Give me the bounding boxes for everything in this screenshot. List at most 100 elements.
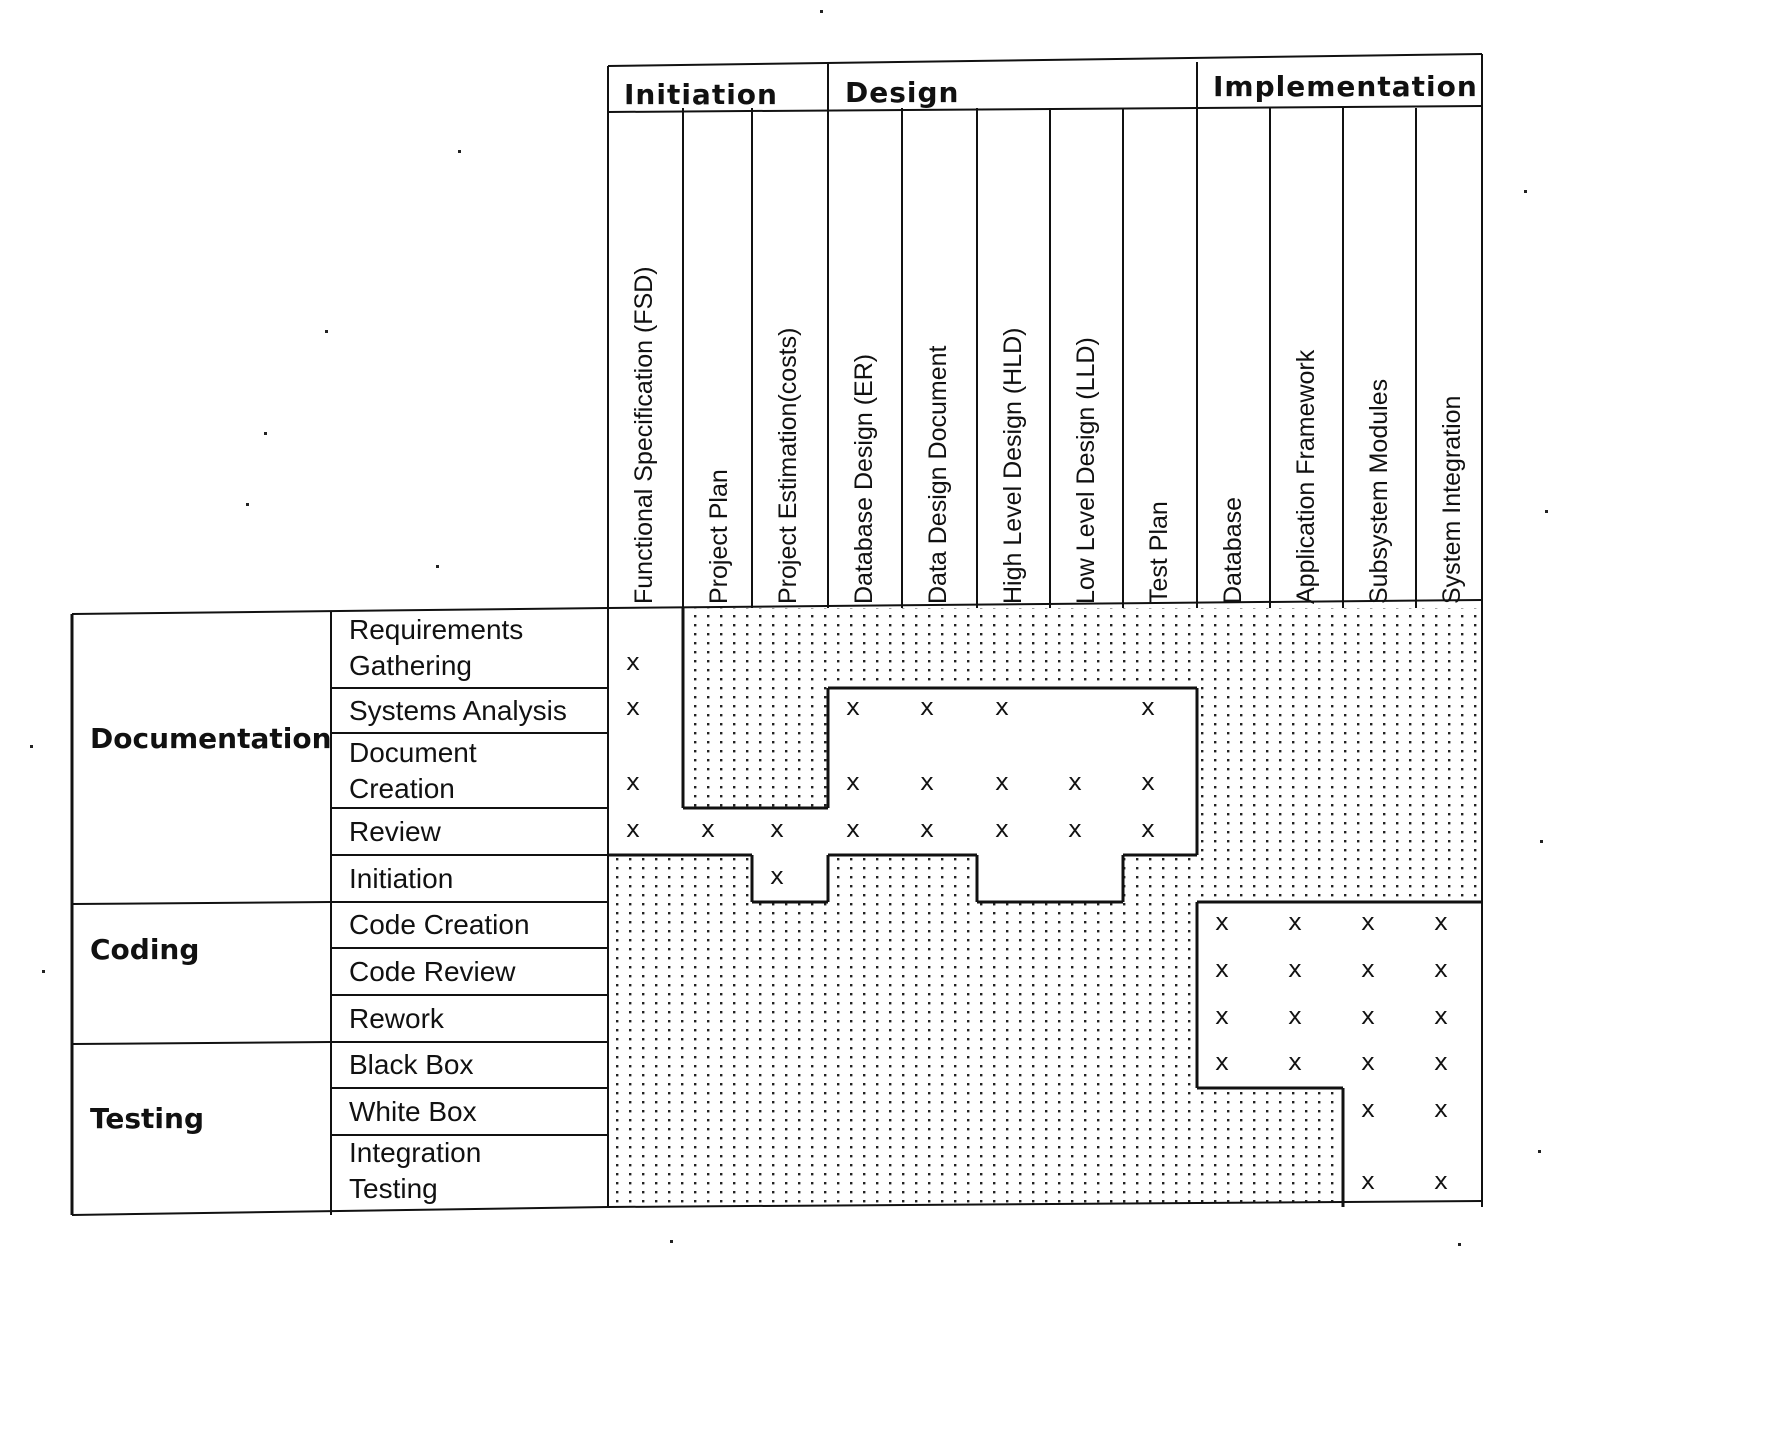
shaded-cell xyxy=(1123,1042,1197,1088)
matrix-mark: x xyxy=(1433,1095,1449,1123)
row-label-line: Integration xyxy=(349,1137,482,1168)
matrix-mark: x xyxy=(1287,908,1303,936)
shaded-cell xyxy=(1050,948,1123,995)
matrix-mark: x xyxy=(1433,1167,1449,1195)
shaded-cell xyxy=(902,995,977,1042)
matrix-mark: x xyxy=(1140,815,1156,843)
scan-speck xyxy=(1540,840,1543,843)
matrix-mark: x xyxy=(700,815,716,843)
shaded-cell xyxy=(1197,855,1270,902)
matrix-mark: x xyxy=(1140,768,1156,796)
shaded-cell xyxy=(828,855,902,902)
shaded-cell xyxy=(977,608,1050,688)
shaded-cell xyxy=(1123,608,1197,688)
matrix-mark: x xyxy=(994,693,1010,721)
shaded-cell xyxy=(1270,688,1343,733)
shaded-cell xyxy=(977,995,1050,1042)
category-testing: Testing xyxy=(90,1102,204,1135)
shaded-cell xyxy=(828,902,902,948)
matrix-mark: x xyxy=(1140,693,1156,721)
scan-speck xyxy=(436,565,439,568)
shaded-cell xyxy=(683,1135,752,1207)
shaded-cell xyxy=(902,1135,977,1207)
shaded-cell xyxy=(828,1135,902,1207)
shaded-cell xyxy=(1416,608,1482,688)
matrix-mark: x xyxy=(994,815,1010,843)
shaded-cell xyxy=(1197,688,1270,733)
shaded-cell xyxy=(608,855,683,902)
row-label: Code Review xyxy=(349,954,516,990)
shaded-cell xyxy=(902,1042,977,1088)
matrix-mark: x xyxy=(1433,1002,1449,1030)
row-label: Review xyxy=(349,814,441,850)
matrix-mark: x xyxy=(1433,1048,1449,1076)
shaded-cell xyxy=(752,1135,828,1207)
shaded-cell xyxy=(752,608,828,688)
matrix-mark: x xyxy=(769,862,785,890)
shaded-cell xyxy=(1416,733,1482,808)
scan-speck xyxy=(325,330,328,333)
shaded-cell xyxy=(1416,808,1482,855)
shaded-cell xyxy=(1123,1135,1197,1207)
shaded-cell xyxy=(1270,608,1343,688)
row-label-line: Gathering xyxy=(349,650,472,681)
matrix-mark: x xyxy=(1360,1095,1376,1123)
scan-speck xyxy=(1458,1243,1461,1246)
shaded-cell xyxy=(1270,733,1343,808)
shaded-cell xyxy=(683,733,752,808)
shaded-cell xyxy=(683,688,752,733)
shaded-cell xyxy=(752,733,828,808)
shaded-regions xyxy=(608,608,1482,1207)
matrix-mark: x xyxy=(1360,1002,1376,1030)
shaded-cell xyxy=(1050,995,1123,1042)
shaded-cell xyxy=(902,1088,977,1135)
row-label: Code Creation xyxy=(349,907,530,943)
matrix-mark: x xyxy=(1067,768,1083,796)
shaded-cell xyxy=(752,1088,828,1135)
matrix-mark: x xyxy=(625,815,641,843)
shaded-cell xyxy=(1270,1088,1343,1135)
matrix-mark: x xyxy=(1360,1048,1376,1076)
row-label: Rework xyxy=(349,1001,444,1037)
shaded-cell xyxy=(828,948,902,995)
shaded-cell xyxy=(1343,733,1416,808)
matrix-mark: x xyxy=(845,768,861,796)
matrix-mark: x xyxy=(1360,1167,1376,1195)
row-label-line: White Box xyxy=(349,1095,477,1127)
shaded-cell xyxy=(608,902,683,948)
column-header: High Level Design (HLD) xyxy=(999,327,1027,604)
shaded-cell xyxy=(752,902,828,948)
shaded-cell xyxy=(1123,995,1197,1042)
shaded-cell xyxy=(752,1042,828,1088)
column-header: System Integration xyxy=(1438,395,1466,604)
column-header: Application Framework xyxy=(1292,349,1320,604)
shaded-cell xyxy=(608,1042,683,1088)
shaded-cell xyxy=(1270,1135,1343,1207)
row-label: Black Box xyxy=(349,1047,474,1083)
row-label: White Box xyxy=(349,1094,477,1130)
shaded-cell xyxy=(1343,608,1416,688)
scan-speck xyxy=(820,10,823,13)
shaded-cell xyxy=(1343,808,1416,855)
shaded-cell xyxy=(608,1135,683,1207)
row-label: Requirements Gathering xyxy=(349,612,523,684)
shaded-cell xyxy=(683,995,752,1042)
row-label-line: Rework xyxy=(349,1002,444,1034)
matrix-mark: x xyxy=(625,768,641,796)
phase-header-implementation: Implementation xyxy=(1213,70,1478,103)
column-header: Low Level Design (LLD) xyxy=(1072,337,1100,604)
scan-speck xyxy=(1545,510,1548,513)
row-label-line: Initiation xyxy=(349,862,454,894)
scan-speck xyxy=(1524,190,1527,193)
column-header: Database Design (ER) xyxy=(850,353,878,604)
shaded-cell xyxy=(1197,733,1270,808)
row-label: Integration Testing xyxy=(349,1135,481,1207)
shaded-cell xyxy=(1123,1088,1197,1135)
row-label-line: Code Review xyxy=(349,955,516,987)
shaded-cell xyxy=(683,948,752,995)
shaded-cell xyxy=(977,948,1050,995)
shaded-cell xyxy=(752,948,828,995)
shaded-cell xyxy=(977,1088,1050,1135)
row-label: Initiation xyxy=(349,861,453,897)
row-label-line: Creation xyxy=(349,772,455,804)
